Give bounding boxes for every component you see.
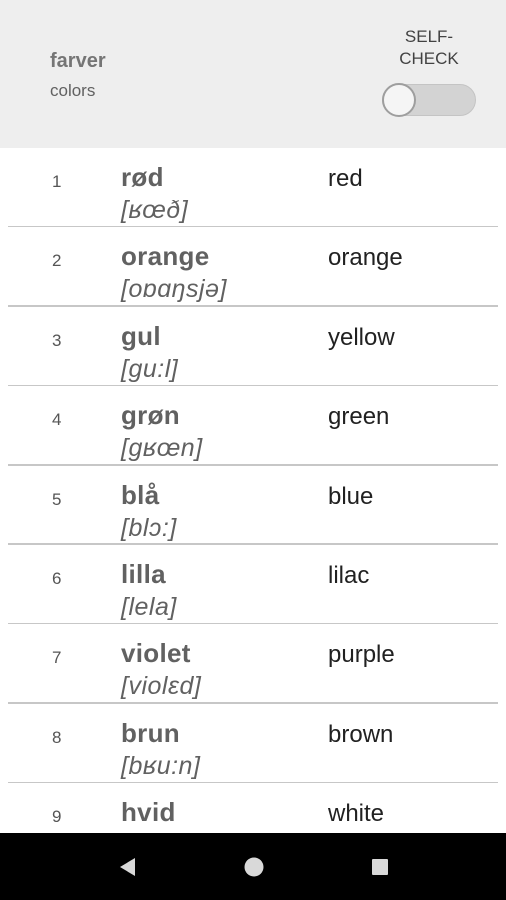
item-number: 5 <box>52 489 62 509</box>
english-translation: white <box>328 800 385 828</box>
self-check-toggle[interactable] <box>382 82 476 118</box>
item-number: 4 <box>52 410 62 430</box>
english-translation: red <box>328 165 363 192</box>
english-translation: lilac <box>328 561 370 589</box>
english-translation: green <box>328 403 390 431</box>
danish-word: blå <box>121 479 160 510</box>
system-navigation-bar <box>0 833 506 900</box>
list-item[interactable]: 4 grøn [gʁœn] green <box>0 386 506 466</box>
danish-word: brun <box>121 717 180 748</box>
danish-word: rød <box>121 162 164 192</box>
category-subtitle: colors <box>50 81 96 100</box>
back-triangle-icon[interactable] <box>113 853 141 881</box>
item-number: 1 <box>52 172 62 191</box>
list-item[interactable]: 8 brun [bʁu:n] brown <box>0 704 506 784</box>
item-number: 2 <box>52 251 62 271</box>
pronunciation: [ʁœð] <box>121 196 189 224</box>
list-item[interactable]: 6 lilla [lela] lilac <box>0 545 506 625</box>
list-item[interactable]: 1 rød [ʁœð] red <box>0 148 506 228</box>
pronunciation: [violɛd] <box>121 672 202 701</box>
self-check-label: SELF- CHECK <box>399 27 459 68</box>
pronunciation: [bʁu:n] <box>121 751 201 780</box>
category-title: farver <box>50 50 106 72</box>
toggle-thumb <box>382 83 416 117</box>
pronunciation: [oɒɑŋsjə] <box>121 275 227 304</box>
list-item[interactable]: 9 hvid white <box>0 783 506 833</box>
header: farver colors SELF- CHECK <box>0 0 506 148</box>
english-translation: orange <box>328 244 403 272</box>
pronunciation: [gʁœn] <box>121 434 203 463</box>
english-translation: yellow <box>328 323 395 351</box>
list-item[interactable]: 2 orange [oɒɑŋsjə] orange <box>0 227 506 307</box>
vocabulary-list[interactable]: 1 rød [ʁœð] red 2 orange [oɒɑŋsjə] orang… <box>0 148 506 833</box>
home-circle-icon[interactable] <box>240 853 268 881</box>
danish-word: lilla <box>121 558 166 589</box>
danish-word: orange <box>121 241 210 272</box>
list-item[interactable]: 5 blå [blɔ:] blue <box>0 466 506 545</box>
english-translation: blue <box>328 482 374 510</box>
app-screen: farver colors SELF- CHECK 1 rød [ʁœð] re… <box>0 0 506 900</box>
english-translation: brown <box>328 720 394 748</box>
recent-square-icon[interactable] <box>366 853 394 881</box>
list-item[interactable]: 3 gul [gu:l] yellow <box>0 307 506 387</box>
pronunciation: [lela] <box>121 592 177 621</box>
english-translation: purple <box>328 641 395 669</box>
item-number: 6 <box>52 568 62 588</box>
pronunciation: [gu:l] <box>121 354 179 383</box>
list-item[interactable]: 7 violet [violɛd] purple <box>0 624 506 704</box>
item-number: 3 <box>52 330 62 350</box>
danish-word: grøn <box>121 400 180 431</box>
danish-word: gul <box>121 320 161 351</box>
item-number: 9 <box>52 807 62 827</box>
danish-word: violet <box>121 638 191 669</box>
item-number: 8 <box>52 727 62 747</box>
danish-word: hvid <box>121 797 176 828</box>
item-number: 7 <box>52 648 62 668</box>
pronunciation: [blɔ:] <box>121 513 177 542</box>
